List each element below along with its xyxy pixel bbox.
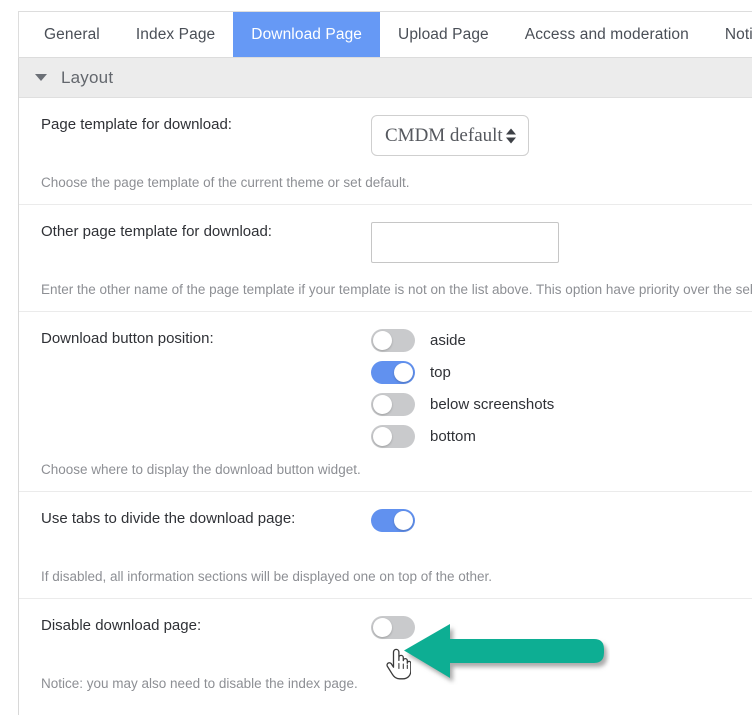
row-use-tabs: Use tabs to divide the download page: If… xyxy=(19,492,752,599)
download-button-position-control: aside top below screenshots bottom xyxy=(371,329,752,448)
toggle-top[interactable] xyxy=(371,361,415,384)
row-other-page-template: Other page template for download: Enter … xyxy=(19,205,752,312)
settings-panel: Layout Page template for download: CMDM … xyxy=(18,58,752,715)
other-page-template-help: Enter the other name of the page templat… xyxy=(41,282,752,297)
layout-section-header[interactable]: Layout xyxy=(19,58,752,98)
row-download-button-position: Download button position: aside top belo… xyxy=(19,312,752,492)
page-template-control: CMDM default xyxy=(371,115,752,156)
use-tabs-control xyxy=(371,509,752,532)
use-tabs-label: Use tabs to divide the download page: xyxy=(41,510,296,527)
other-page-template-input[interactable] xyxy=(371,222,559,263)
tab-notifications[interactable]: Notifications xyxy=(707,12,752,57)
toggle-aside[interactable] xyxy=(371,329,415,352)
chevron-down-icon[interactable] xyxy=(35,74,47,81)
option-top: top xyxy=(371,361,752,384)
toggle-below-screenshots-label: below screenshots xyxy=(430,396,555,413)
toggle-aside-label: aside xyxy=(430,332,466,349)
option-aside: aside xyxy=(371,329,752,352)
tab-general[interactable]: General xyxy=(26,12,118,57)
tab-index-page[interactable]: Index Page xyxy=(118,12,233,57)
download-button-position-help: Choose where to display the download but… xyxy=(41,462,361,477)
option-below-screenshots: below screenshots xyxy=(371,393,752,416)
disable-download-page-label: Disable download page: xyxy=(41,617,202,634)
settings-screen: General Index Page Download Page Upload … xyxy=(0,0,752,715)
row-page-template: Page template for download: CMDM default… xyxy=(19,98,752,205)
toggle-bottom[interactable] xyxy=(371,425,415,448)
page-template-select-value: CMDM default xyxy=(385,124,503,146)
download-button-position-options: aside top below screenshots bottom xyxy=(371,329,752,448)
toggle-top-label: top xyxy=(430,364,451,381)
option-bottom: bottom xyxy=(371,425,752,448)
section-title: Layout xyxy=(61,67,114,87)
disable-download-page-control xyxy=(371,616,752,639)
toggle-bottom-label: bottom xyxy=(430,428,476,445)
page-template-select[interactable]: CMDM default xyxy=(371,115,529,156)
tab-access-and-moderation[interactable]: Access and moderation xyxy=(507,12,707,57)
tab-upload-page[interactable]: Upload Page xyxy=(380,12,507,57)
toggle-below-screenshots[interactable] xyxy=(371,393,415,416)
tab-download-page[interactable]: Download Page xyxy=(233,12,381,57)
tab-list: General Index Page Download Page Upload … xyxy=(19,12,752,57)
disable-download-page-help: Notice: you may also need to disable the… xyxy=(41,676,358,691)
toggle-disable-download-page[interactable] xyxy=(371,616,415,639)
row-disable-download-page: Disable download page: Notice: you may a… xyxy=(19,599,752,705)
download-button-position-label: Download button position: xyxy=(41,330,214,347)
other-page-template-label: Other page template for download: xyxy=(41,223,272,240)
page-template-help: Choose the page template of the current … xyxy=(41,175,410,190)
other-page-template-control xyxy=(371,222,752,263)
toggle-use-tabs[interactable] xyxy=(371,509,415,532)
stepper-arrows-icon[interactable] xyxy=(506,128,516,143)
tab-bar: General Index Page Download Page Upload … xyxy=(18,11,752,58)
page-template-label: Page template for download: xyxy=(41,116,232,133)
use-tabs-help: If disabled, all information sections wi… xyxy=(41,569,493,584)
